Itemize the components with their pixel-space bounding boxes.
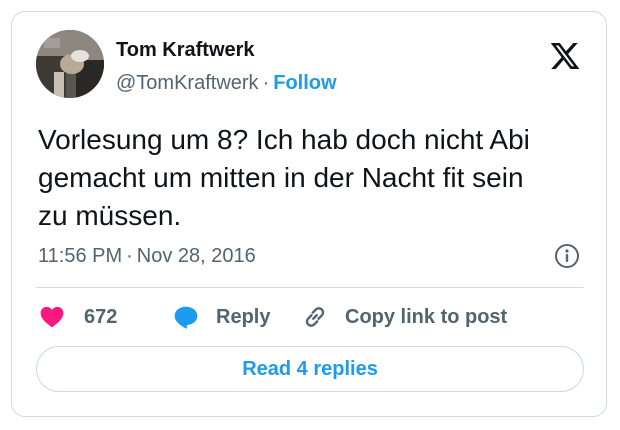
read-replies-button[interactable]: Read 4 replies <box>36 346 584 392</box>
heart-icon <box>40 306 64 328</box>
tweet-timestamp[interactable]: 11:56 PM · Nov 28, 2016 <box>38 244 256 268</box>
copy-link-label: Copy link to post <box>345 305 508 328</box>
avatar[interactable] <box>36 30 104 98</box>
reply-label: Reply <box>216 305 271 328</box>
handle-separator: · <box>262 72 270 94</box>
follow-button[interactable]: Follow <box>273 72 336 94</box>
timestamp-separator: · <box>126 245 133 267</box>
tweet-date[interactable]: Nov 28, 2016 <box>137 245 256 267</box>
author-display-name[interactable]: Tom Kraftwerk <box>116 38 337 62</box>
link-icon <box>305 307 325 327</box>
author-handle-row: @TomKraftwerk · Follow <box>116 71 337 95</box>
speech-bubble-icon <box>174 306 198 329</box>
copy-link-button[interactable]: Copy link to post <box>301 302 507 332</box>
tweet-card: Tom Kraftwerk @TomKraftwerk · Follow Vorle… <box>11 11 607 417</box>
info-icon[interactable] <box>554 243 580 269</box>
avatar-photo <box>36 30 104 98</box>
x-logo-icon[interactable] <box>548 40 582 72</box>
tweet-text: Vorlesung um 8? Ich hab doch nicht Abi g… <box>38 124 530 231</box>
reply-button[interactable]: Reply <box>172 302 270 332</box>
like-button[interactable]: 672 <box>38 302 117 332</box>
divider <box>36 287 584 288</box>
author-info: Tom Kraftwerk @TomKraftwerk · Follow <box>116 38 337 95</box>
read-replies-label: Read 4 replies <box>242 357 378 380</box>
like-count: 672 <box>84 305 118 328</box>
tweet-time[interactable]: 11:56 PM <box>38 245 122 267</box>
author-handle[interactable]: @TomKraftwerk <box>116 72 259 94</box>
